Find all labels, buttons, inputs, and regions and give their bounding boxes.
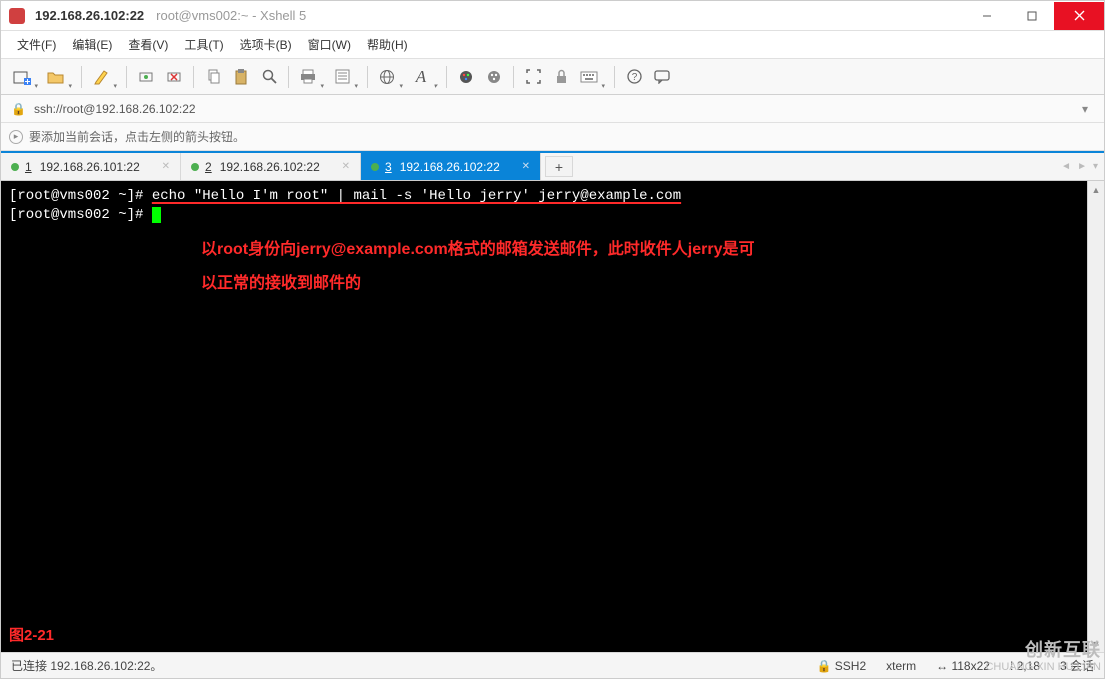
fullscreen-icon[interactable]: [520, 64, 546, 90]
addressbar: 🔒 ssh://root@192.168.26.102:22 ▾: [1, 95, 1104, 123]
window-controls: [964, 2, 1104, 30]
folder-open-icon[interactable]: [43, 64, 69, 90]
printer-icon[interactable]: [295, 64, 321, 90]
scrollbar[interactable]: ▲ ▼: [1087, 181, 1104, 652]
status-right: 🔒 SSH2 xterm ↔ 118x22 ⁞ 2,18 3 会话: [816, 657, 1094, 674]
menu-file[interactable]: 文件(F): [11, 32, 62, 57]
figure-label: 图2-21: [9, 626, 54, 646]
hint-arrow-icon[interactable]: ▸: [9, 130, 23, 144]
hintbar: ▸ 要添加当前会话，点击左侧的箭头按钮。: [1, 123, 1104, 151]
menu-help[interactable]: 帮助(H): [361, 32, 414, 57]
chat-icon[interactable]: [649, 64, 675, 90]
paste-icon[interactable]: [228, 64, 254, 90]
status-size: ↔ 118x22: [936, 659, 990, 673]
session-tab-2[interactable]: 2 192.168.26.102:22 ✕: [181, 153, 361, 180]
title-address: 192.168.26.102:22: [35, 8, 144, 23]
copy-icon[interactable]: [200, 64, 226, 90]
tab-number: 2: [205, 160, 212, 174]
toolbar-separator: [367, 66, 368, 88]
title-session: root@vms002:~ - Xshell 5: [156, 8, 306, 23]
tab-next-icon[interactable]: ►: [1077, 161, 1087, 172]
reconnect-icon[interactable]: [133, 64, 159, 90]
titlebar: 192.168.26.102:22 root@vms002:~ - Xshell…: [1, 1, 1104, 31]
highlighter-icon[interactable]: [88, 64, 114, 90]
tab-label: 192.168.26.101:22: [40, 160, 140, 174]
toolbar-separator: [614, 66, 615, 88]
lock-small-icon: 🔒: [11, 102, 26, 116]
toolbar-separator: [193, 66, 194, 88]
status-dot-icon: [11, 163, 19, 171]
menubar: 文件(F) 编辑(E) 查看(V) 工具(T) 选项卡(B) 窗口(W) 帮助(…: [1, 31, 1104, 59]
tab-close-icon[interactable]: ✕: [522, 161, 530, 172]
shell-prompt: [root@vms002 ~]#: [9, 188, 152, 204]
toolbar-separator: [288, 66, 289, 88]
help-icon[interactable]: ?: [621, 64, 647, 90]
menu-tabs[interactable]: 选项卡(B): [234, 32, 298, 57]
toolbar-separator: [81, 66, 82, 88]
palette2-icon[interactable]: [481, 64, 507, 90]
properties-icon[interactable]: [329, 64, 355, 90]
keyboard-icon[interactable]: [576, 64, 602, 90]
tab-number: 1: [25, 160, 32, 174]
tab-close-icon[interactable]: ✕: [162, 161, 170, 172]
app-window: 192.168.26.102:22 root@vms002:~ - Xshell…: [0, 0, 1105, 679]
tab-add-button[interactable]: +: [545, 156, 573, 177]
tab-nav: ◄ ► ▾: [1055, 153, 1104, 180]
close-button[interactable]: [1054, 2, 1104, 30]
minimize-button[interactable]: [964, 2, 1009, 30]
hint-text: 要添加当前会话，点击左侧的箭头按钮。: [29, 128, 245, 145]
shell-prompt: [root@vms002 ~]#: [9, 207, 152, 223]
app-icon: [9, 8, 25, 24]
toolbar: A ?: [1, 59, 1104, 95]
font-icon[interactable]: A: [408, 64, 434, 90]
tab-close-icon[interactable]: ✕: [342, 161, 350, 172]
menu-view[interactable]: 查看(V): [122, 32, 174, 57]
toolbar-separator: [446, 66, 447, 88]
status-cursor: ⁞ 2,18: [1010, 659, 1040, 673]
annotation-text: 以root身份向jerry@example.com格式的邮箱发送邮件，此时收件人…: [201, 233, 761, 300]
cursor-icon: [152, 207, 161, 223]
session-tab-1[interactable]: 1 192.168.26.101:22 ✕: [1, 153, 181, 180]
status-sessions: 3 会话: [1060, 657, 1094, 674]
tab-label: 192.168.26.102:22: [400, 160, 500, 174]
tab-number: 3: [385, 160, 392, 174]
maximize-button[interactable]: [1009, 2, 1054, 30]
lock-icon[interactable]: [548, 64, 574, 90]
menu-window[interactable]: 窗口(W): [302, 32, 357, 57]
tab-prev-icon[interactable]: ◄: [1061, 161, 1071, 172]
scroll-down-icon[interactable]: ▼: [1088, 635, 1104, 652]
status-connection: 已连接 192.168.26.102:22。: [11, 657, 162, 674]
status-dot-icon: [191, 163, 199, 171]
address-dropdown-icon[interactable]: ▾: [1076, 102, 1094, 116]
svg-text:?: ?: [631, 72, 637, 83]
session-tab-3[interactable]: 3 192.168.26.102:22 ✕: [361, 153, 541, 180]
new-tab-icon[interactable]: [9, 64, 35, 90]
tabbar: 1 192.168.26.101:22 ✕ 2 192.168.26.102:2…: [1, 151, 1104, 181]
toolbar-separator: [513, 66, 514, 88]
terminal-area: [root@vms002 ~]# echo "Hello I'm root" |…: [1, 181, 1104, 652]
terminal[interactable]: [root@vms002 ~]# echo "Hello I'm root" |…: [1, 181, 1087, 652]
scroll-up-icon[interactable]: ▲: [1088, 181, 1104, 198]
menu-edit[interactable]: 编辑(E): [66, 32, 118, 57]
toolbar-separator: [126, 66, 127, 88]
disconnect-icon[interactable]: [161, 64, 187, 90]
menu-tools[interactable]: 工具(T): [178, 32, 229, 57]
status-termtype: xterm: [886, 659, 916, 673]
shell-command: echo "Hello I'm root" | mail -s 'Hello j…: [152, 188, 681, 204]
tab-menu-icon[interactable]: ▾: [1093, 161, 1098, 172]
tab-label: 192.168.26.102:22: [220, 160, 320, 174]
scroll-thumb[interactable]: [1088, 198, 1104, 635]
statusbar: 已连接 192.168.26.102:22。 🔒 SSH2 xterm ↔ 11…: [1, 652, 1104, 678]
search-icon[interactable]: [256, 64, 282, 90]
palette1-icon[interactable]: [453, 64, 479, 90]
globe-icon[interactable]: [374, 64, 400, 90]
address-url[interactable]: ssh://root@192.168.26.102:22: [34, 102, 196, 116]
status-dot-icon: [371, 163, 379, 171]
status-proto: 🔒 SSH2: [816, 659, 866, 673]
